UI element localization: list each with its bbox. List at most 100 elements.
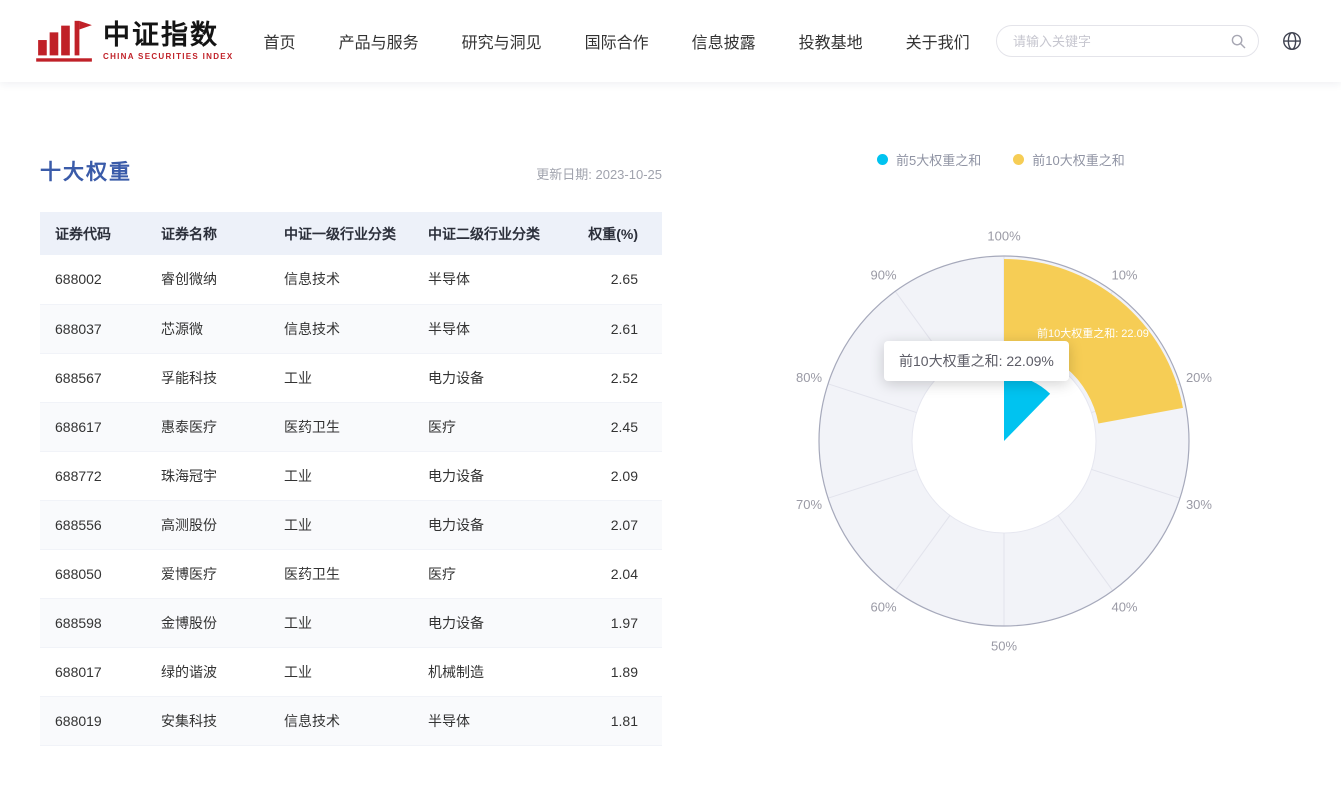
table-cell: 惠泰医疗 <box>146 402 269 451</box>
angle-tick-label: 50% <box>991 639 1017 654</box>
logo-subtitle: CHINA SECURITIES INDEX <box>103 52 234 61</box>
table-cell: 孚能科技 <box>146 353 269 402</box>
chart-panel: 前5大权重之和 前10大权重之和 前10大权重之和: 22.09 100% 10% 20… <box>780 82 1341 790</box>
table-cell: 688037 <box>40 304 146 353</box>
table-cell: 688567 <box>40 353 146 402</box>
search-input[interactable] <box>1013 34 1231 49</box>
polar-chart: 前10大权重之和: 22.09 100% 10% 20% 30% 40% 50% 60% 70%… <box>780 82 1341 790</box>
legend-item-0[interactable]: 前5大权重之和 <box>877 150 981 169</box>
nav-item-4[interactable]: 信息披露 <box>692 29 756 53</box>
table-cell: 信息技术 <box>269 696 413 745</box>
nav-item-6[interactable]: 关于我们 <box>906 29 970 53</box>
table-cell: 半导体 <box>413 255 557 304</box>
table-cell: 睿创微纳 <box>146 255 269 304</box>
table-row: 688556高测股份工业电力设备2.07 <box>40 500 662 549</box>
main-content: 十大权重 更新日期: 2023-10-25 证券代码证券名称中证一级行业分类中证… <box>0 82 1341 790</box>
legend-label: 前5大权重之和 <box>896 150 981 169</box>
chart-legend: 前5大权重之和 前10大权重之和 <box>877 150 1125 169</box>
column-header: 证券名称 <box>146 212 269 255</box>
angle-tick-label: 30% <box>1186 497 1212 512</box>
table-cell: 688556 <box>40 500 146 549</box>
table-row: 688050爱博医疗医药卫生医疗2.04 <box>40 549 662 598</box>
table-cell: 绿的谐波 <box>146 647 269 696</box>
bar-value-label: 前10大权重之和: 22.09 <box>1037 326 1149 340</box>
logo-icon <box>36 17 94 65</box>
chart-tooltip: 前10大权重之和: 22.09% <box>884 341 1069 381</box>
table-cell: 2.07 <box>557 500 662 549</box>
angle-tick-label: 10% <box>1111 268 1137 283</box>
table-row: 688772珠海冠宇工业电力设备2.09 <box>40 451 662 500</box>
table-row: 688002睿创微纳信息技术半导体2.65 <box>40 255 662 304</box>
page-title: 十大权重 <box>40 156 132 186</box>
angle-tick-label: 80% <box>796 370 822 385</box>
table-row: 688617惠泰医疗医药卫生医疗2.45 <box>40 402 662 451</box>
table-cell: 医疗 <box>413 549 557 598</box>
angle-tick-label: 20% <box>1186 370 1212 385</box>
table-body: 688002睿创微纳信息技术半导体2.65688037芯源微信息技术半导体2.6… <box>40 255 662 745</box>
language-globe-icon[interactable] <box>1281 30 1303 52</box>
table-row: 688598金博股份工业电力设备1.97 <box>40 598 662 647</box>
logo-title: 中证指数 <box>103 21 234 49</box>
table-row: 688017绿的谐波工业机械制造1.89 <box>40 647 662 696</box>
table-cell: 688019 <box>40 696 146 745</box>
header: 中证指数 CHINA SECURITIES INDEX 首页 产品与服务 研究与洞见… <box>0 0 1341 82</box>
table-cell: 2.04 <box>557 549 662 598</box>
table-cell: 高测股份 <box>146 500 269 549</box>
angle-tick-label: 60% <box>870 599 896 614</box>
table-cell: 电力设备 <box>413 451 557 500</box>
tooltip-text: 前10大权重之和: 22.09% <box>899 351 1054 371</box>
table-cell: 688050 <box>40 549 146 598</box>
weights-section: 十大权重 更新日期: 2023-10-25 证券代码证券名称中证一级行业分类中证… <box>40 156 662 746</box>
angle-tick-label: 70% <box>796 497 822 512</box>
table-cell: 金博股份 <box>146 598 269 647</box>
angle-tick-label: 100% <box>987 229 1021 244</box>
table-cell: 爱博医疗 <box>146 549 269 598</box>
table-header: 证券代码证券名称中证一级行业分类中证二级行业分类权重(%) <box>40 212 662 255</box>
table-row: 688019安集科技信息技术半导体1.81 <box>40 696 662 745</box>
table-cell: 医药卫生 <box>269 549 413 598</box>
table-cell: 工业 <box>269 451 413 500</box>
table-cell: 电力设备 <box>413 353 557 402</box>
main-nav: 首页 产品与服务 研究与洞见 国际合作 信息披露 投教基地 关于我们 <box>264 29 970 53</box>
legend-dot-icon <box>877 154 888 165</box>
legend-label: 前10大权重之和 <box>1032 150 1124 169</box>
table-cell: 电力设备 <box>413 598 557 647</box>
table-cell: 工业 <box>269 647 413 696</box>
nav-item-1[interactable]: 产品与服务 <box>339 29 419 53</box>
table-cell: 2.65 <box>557 255 662 304</box>
legend-item-1[interactable]: 前10大权重之和 <box>1013 150 1124 169</box>
column-header: 证券代码 <box>40 212 146 255</box>
table-cell: 电力设备 <box>413 500 557 549</box>
weights-table: 证券代码证券名称中证一级行业分类中证二级行业分类权重(%) 688002睿创微纳… <box>40 212 662 746</box>
column-header: 中证二级行业分类 <box>413 212 557 255</box>
table-cell: 688017 <box>40 647 146 696</box>
search-icon[interactable] <box>1231 34 1246 49</box>
search-box[interactable] <box>996 25 1259 57</box>
table-cell: 工业 <box>269 353 413 402</box>
logo[interactable]: 中证指数 CHINA SECURITIES INDEX <box>36 17 234 65</box>
angle-tick-label: 40% <box>1111 599 1137 614</box>
table-cell: 1.81 <box>557 696 662 745</box>
nav-item-2[interactable]: 研究与洞见 <box>462 29 542 53</box>
table-row: 688037芯源微信息技术半导体2.61 <box>40 304 662 353</box>
table-cell: 2.52 <box>557 353 662 402</box>
column-header: 中证一级行业分类 <box>269 212 413 255</box>
table-cell: 688772 <box>40 451 146 500</box>
table-cell: 半导体 <box>413 304 557 353</box>
update-date: 更新日期: 2023-10-25 <box>536 164 662 186</box>
angle-tick-label: 90% <box>870 268 896 283</box>
nav-item-0[interactable]: 首页 <box>264 29 296 53</box>
table-cell: 2.45 <box>557 402 662 451</box>
table-cell: 工业 <box>269 598 413 647</box>
table-cell: 688002 <box>40 255 146 304</box>
table-cell: 信息技术 <box>269 255 413 304</box>
table-cell: 医疗 <box>413 402 557 451</box>
table-row: 688567孚能科技工业电力设备2.52 <box>40 353 662 402</box>
table-cell: 芯源微 <box>146 304 269 353</box>
table-cell: 机械制造 <box>413 647 557 696</box>
nav-item-3[interactable]: 国际合作 <box>585 29 649 53</box>
table-cell: 688598 <box>40 598 146 647</box>
table-cell: 信息技术 <box>269 304 413 353</box>
nav-item-5[interactable]: 投教基地 <box>799 29 863 53</box>
table-cell: 1.89 <box>557 647 662 696</box>
